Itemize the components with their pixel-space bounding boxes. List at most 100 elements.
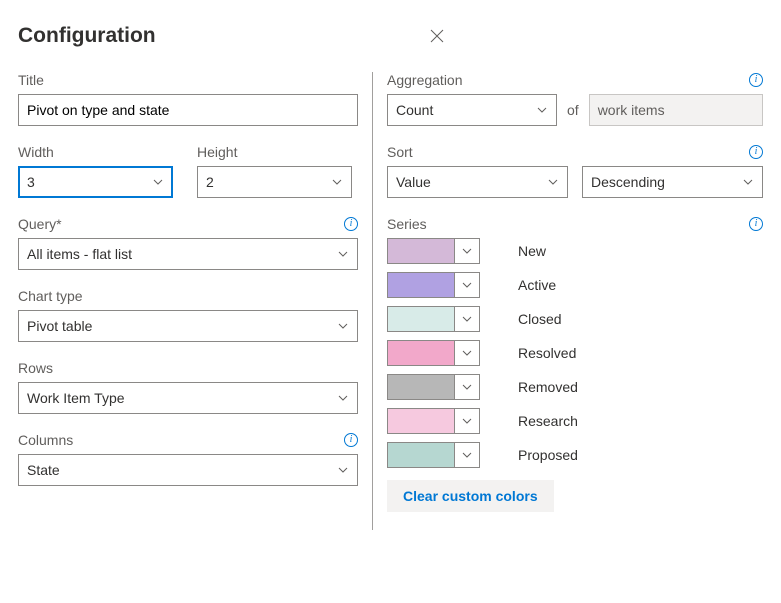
color-swatch	[387, 238, 454, 264]
series-item: Active	[387, 272, 763, 298]
chevron-down-icon	[152, 176, 164, 188]
sort-field: Sort i Value Descending	[387, 144, 763, 198]
color-swatch	[387, 340, 454, 366]
color-picker-dropdown[interactable]	[454, 442, 480, 468]
columns-field: Columns i State	[18, 432, 358, 486]
clear-custom-colors-button[interactable]: Clear custom colors	[387, 480, 554, 512]
columns-select[interactable]: State	[18, 454, 358, 486]
info-icon[interactable]: i	[749, 145, 763, 159]
chevron-down-icon	[461, 313, 473, 325]
series-item: Removed	[387, 374, 763, 400]
series-item-label: Removed	[518, 379, 578, 395]
sort-dir-value: Descending	[591, 174, 665, 190]
width-value: 3	[27, 174, 35, 190]
dialog-title: Configuration	[18, 24, 156, 48]
chevron-down-icon	[461, 245, 473, 257]
sort-by-value: Value	[396, 174, 431, 190]
series-item: Proposed	[387, 442, 763, 468]
chevron-down-icon	[337, 320, 349, 332]
color-picker-dropdown[interactable]	[454, 272, 480, 298]
color-swatch	[387, 442, 454, 468]
charttype-field: Chart type Pivot table	[18, 288, 358, 342]
sort-by-select[interactable]: Value	[387, 166, 568, 198]
aggregation-value: Count	[396, 102, 433, 118]
right-column: Aggregation i Count of work items Sort i	[372, 72, 763, 530]
series-list: New Active Closed Resolved Removed Research Pr…	[387, 238, 763, 468]
color-picker-dropdown[interactable]	[454, 374, 480, 400]
color-swatch	[387, 408, 454, 434]
dialog-header: Configuration	[0, 0, 781, 62]
chevron-down-icon	[547, 176, 559, 188]
chevron-down-icon	[461, 415, 473, 427]
columns-value: State	[27, 462, 60, 478]
series-item-label: Resolved	[518, 345, 576, 361]
aggregation-target-value: work items	[598, 102, 665, 118]
aggregation-field: Aggregation i Count of work items	[387, 72, 763, 126]
info-icon[interactable]: i	[749, 73, 763, 87]
color-swatch	[387, 374, 454, 400]
series-item: Resolved	[387, 340, 763, 366]
sort-dir-select[interactable]: Descending	[582, 166, 763, 198]
width-label: Width	[18, 144, 54, 160]
chevron-down-icon	[337, 392, 349, 404]
series-item-label: New	[518, 243, 546, 259]
series-field: Series i New Active Closed Resolved Removed R…	[387, 216, 763, 512]
chevron-down-icon	[337, 248, 349, 260]
chevron-down-icon	[461, 381, 473, 393]
info-icon[interactable]: i	[344, 433, 358, 447]
info-icon[interactable]: i	[749, 217, 763, 231]
rows-select[interactable]: Work Item Type	[18, 382, 358, 414]
chevron-down-icon	[742, 176, 754, 188]
sort-label: Sort	[387, 144, 413, 160]
aggregation-target: work items	[589, 94, 763, 126]
left-column: Title Width 3 Height 2	[18, 72, 358, 530]
color-swatch	[387, 306, 454, 332]
color-swatch	[387, 272, 454, 298]
height-field: Height 2	[197, 144, 352, 198]
title-input[interactable]	[18, 94, 358, 126]
color-picker-dropdown[interactable]	[454, 238, 480, 264]
close-button[interactable]	[421, 20, 453, 52]
columns-label: Columns	[18, 432, 73, 448]
rows-label: Rows	[18, 360, 53, 376]
rows-value: Work Item Type	[27, 390, 125, 406]
color-picker-dropdown[interactable]	[454, 340, 480, 366]
chevron-down-icon	[461, 279, 473, 291]
title-field: Title	[18, 72, 358, 126]
query-select[interactable]: All items - flat list	[18, 238, 358, 270]
chevron-down-icon	[337, 464, 349, 476]
dialog-body: Title Width 3 Height 2	[0, 62, 781, 548]
series-item: New	[387, 238, 763, 264]
query-field: Query* i All items - flat list	[18, 216, 358, 270]
series-item-label: Active	[518, 277, 556, 293]
height-value: 2	[206, 174, 214, 190]
height-select[interactable]: 2	[197, 166, 352, 198]
close-icon	[429, 28, 445, 44]
chevron-down-icon	[461, 449, 473, 461]
chevron-down-icon	[536, 104, 548, 116]
series-item-label: Closed	[518, 311, 562, 327]
width-select[interactable]: 3	[18, 166, 173, 198]
series-item: Research	[387, 408, 763, 434]
chevron-down-icon	[331, 176, 343, 188]
width-field: Width 3	[18, 144, 173, 198]
color-picker-dropdown[interactable]	[454, 408, 480, 434]
series-item: Closed	[387, 306, 763, 332]
aggregation-select[interactable]: Count	[387, 94, 557, 126]
query-label: Query*	[18, 216, 62, 232]
series-label: Series	[387, 216, 427, 232]
aggregation-label: Aggregation	[387, 72, 463, 88]
info-icon[interactable]: i	[344, 217, 358, 231]
series-item-label: Proposed	[518, 447, 578, 463]
of-label: of	[567, 102, 579, 118]
charttype-select[interactable]: Pivot table	[18, 310, 358, 342]
rows-field: Rows Work Item Type	[18, 360, 358, 414]
series-item-label: Research	[518, 413, 578, 429]
charttype-label: Chart type	[18, 288, 83, 304]
query-value: All items - flat list	[27, 246, 132, 262]
chevron-down-icon	[461, 347, 473, 359]
charttype-value: Pivot table	[27, 318, 92, 334]
title-label: Title	[18, 72, 44, 88]
height-label: Height	[197, 144, 237, 160]
color-picker-dropdown[interactable]	[454, 306, 480, 332]
